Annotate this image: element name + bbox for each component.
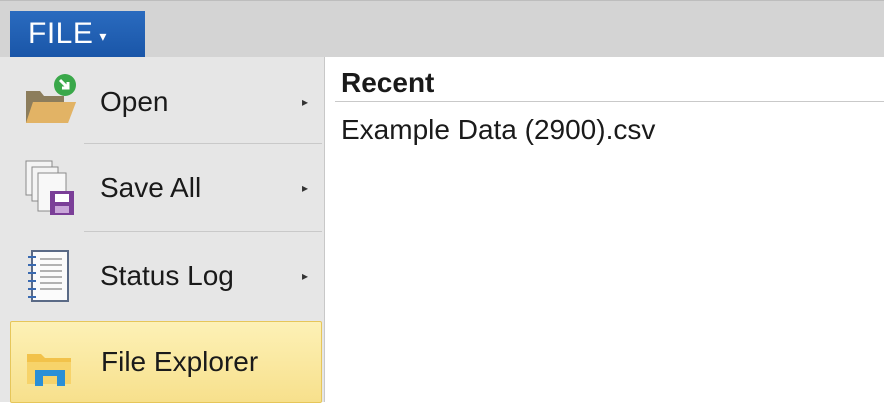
- recent-panel: Recent Example Data (2900).csv: [325, 57, 884, 402]
- menu-item-label: Status Log: [100, 260, 234, 291]
- file-explorer-icon: [27, 354, 71, 386]
- divider: [84, 231, 322, 232]
- menu-item-label: Save All: [100, 172, 202, 203]
- menu-item-save-all[interactable]: Save All ▸: [10, 147, 322, 229]
- recent-heading: Recent: [341, 67, 435, 98]
- ribbon-bar: FILE ▾: [0, 0, 884, 57]
- backstage-sidebar: Open ▸ Save All ▸ Status Log ▸ File Expl…: [0, 57, 325, 403]
- menu-item-label: File Explorer: [101, 346, 259, 377]
- menu-item-file-explorer[interactable]: File Explorer: [10, 321, 322, 403]
- file-menu-button[interactable]: FILE ▾: [10, 11, 145, 57]
- menu-item-open[interactable]: Open ▸: [10, 61, 322, 143]
- menu-item-label: Open: [100, 86, 169, 117]
- chevron-right-icon: ▸: [302, 181, 309, 195]
- recent-file-item[interactable]: Example Data (2900).csv: [341, 114, 655, 146]
- menu-item-status-log[interactable]: Status Log ▸: [10, 235, 322, 317]
- divider: [84, 143, 322, 144]
- save-all-icon: [25, 160, 74, 215]
- status-log-icon: [28, 250, 69, 302]
- chevron-right-icon: ▸: [302, 95, 309, 109]
- chevron-right-icon: ▸: [302, 269, 309, 283]
- file-menu-label: FILE: [28, 17, 94, 50]
- divider: [335, 101, 884, 102]
- caret-down-icon: ▾: [99, 27, 107, 44]
- open-folder-icon: [26, 74, 76, 123]
